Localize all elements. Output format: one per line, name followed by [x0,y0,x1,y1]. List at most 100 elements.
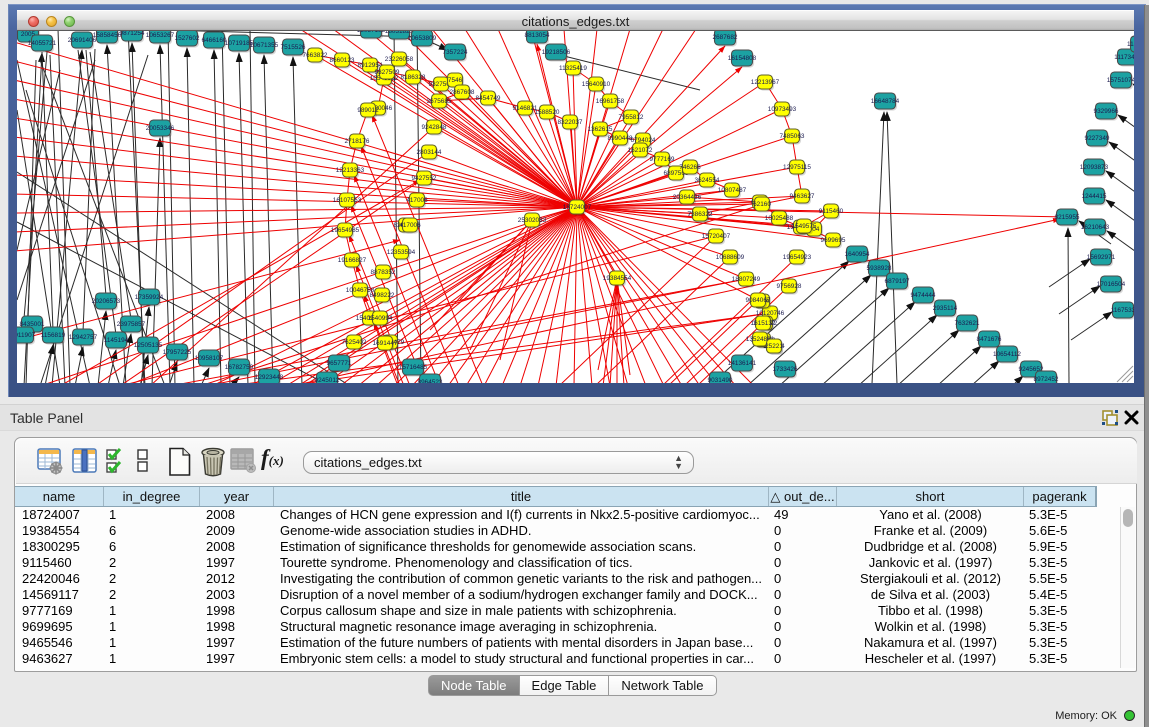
svg-text:10654112: 10654112 [993,351,1021,358]
svg-text:10688609: 10688609 [716,254,745,261]
svg-text:17359924: 17359924 [135,294,164,301]
svg-text:7546: 7546 [448,77,463,84]
svg-text:3624554: 3624554 [695,177,720,184]
svg-text:9242848: 9242848 [422,124,447,131]
svg-text:10958107: 10958107 [195,355,224,362]
svg-text:9871254: 9871254 [120,31,145,37]
svg-text:12093873: 12093873 [1080,164,1109,171]
svg-text:16210643: 16210643 [1081,224,1110,231]
svg-text:14055721: 14055721 [28,40,57,47]
svg-text:10025488: 10025488 [765,215,794,222]
svg-text:1691447: 1691447 [373,340,398,347]
svg-text:8813054: 8813054 [525,32,550,39]
svg-text:7663822: 7663822 [303,52,328,59]
svg-text:12505135: 12505135 [134,342,163,349]
svg-text:6466160: 6466160 [202,37,227,44]
svg-text:7386322: 7386322 [688,211,713,218]
svg-text:8878352: 8878352 [371,269,396,276]
svg-text:19218506: 19218506 [542,49,571,56]
svg-text:16961758: 16961758 [596,98,625,105]
svg-text:19654923: 19654923 [783,254,812,261]
svg-text:989012: 989012 [357,107,379,114]
svg-text:11325419: 11325419 [559,65,587,72]
svg-text:25302033: 25302033 [518,217,547,224]
svg-text:15858456: 15858456 [93,32,122,39]
svg-text:417006: 417006 [399,222,421,229]
svg-text:15057183: 15057183 [357,31,386,34]
svg-text:9329966: 9329966 [1094,108,1119,115]
svg-text:16154808: 16154808 [728,55,757,62]
svg-text:8972452: 8972452 [1034,376,1059,383]
svg-text:1615132: 1615132 [751,320,776,327]
svg-text:11548408: 11548408 [1127,41,1134,48]
svg-text:12923448: 12923448 [255,374,284,381]
svg-text:9657771: 9657771 [327,360,352,367]
svg-text:1549575: 1549575 [792,223,817,230]
svg-text:2867608: 2867608 [450,89,475,96]
svg-text:3911907: 3911907 [17,332,36,339]
svg-text:2718176: 2718176 [345,138,370,145]
svg-text:9474444: 9474444 [911,292,936,299]
svg-text:2935114: 2935114 [933,305,958,312]
svg-text:3675685: 3675685 [427,98,452,105]
svg-text:12213363: 12213363 [336,167,365,174]
svg-text:12975115: 12975115 [783,164,811,171]
svg-text:7625402: 7625402 [342,339,367,346]
svg-text:9245012: 9245012 [315,377,340,383]
svg-text:15716485: 15716485 [399,364,428,371]
svg-text:25221: 25221 [765,343,783,350]
svg-text:1167533: 1167533 [1111,307,1134,314]
svg-text:7357224: 7357224 [443,49,468,56]
svg-text:5938928: 5938928 [867,265,892,272]
svg-text:8322037: 8322037 [558,119,583,126]
svg-text:23975857: 23975857 [117,321,146,328]
svg-text:2803144: 2803144 [417,149,442,156]
svg-text:9084067: 9084067 [746,297,771,304]
svg-text:15720407: 15720407 [702,233,731,240]
svg-text:9756928: 9756928 [777,283,802,290]
svg-text:20206573: 20206573 [92,298,121,305]
svg-text:746266: 746266 [679,164,701,171]
svg-text:9427552: 9427552 [412,175,437,182]
svg-text:12353594: 12353594 [387,249,416,256]
svg-text:15751074: 15751074 [1107,77,1134,84]
svg-text:17957225: 17957225 [163,349,192,356]
svg-text:9115460: 9115460 [819,208,844,215]
svg-text:1527602: 1527602 [175,35,200,42]
svg-text:15640910: 15640910 [582,81,611,88]
svg-text:20364436: 20364436 [673,194,702,201]
svg-text:9227349: 9227349 [1085,135,1110,142]
svg-text:10973493: 10973493 [768,106,797,113]
svg-text:14136141: 14136141 [728,360,757,367]
svg-text:23226058: 23226058 [385,56,414,63]
svg-text:11173401: 11173401 [1114,54,1134,61]
svg-text:12942757: 12942757 [69,334,98,341]
svg-text:9699695: 9699695 [821,237,846,244]
svg-text:6879197: 6879197 [885,278,910,285]
svg-text:17016504: 17016504 [1097,281,1126,288]
svg-text:20053346: 20053346 [146,125,175,132]
svg-text:18724007: 18724007 [563,204,592,211]
svg-text:8660123: 8660123 [330,57,355,64]
svg-text:16107553: 16107553 [333,197,362,204]
svg-text:8990448: 8990448 [608,135,633,142]
svg-text:19384554: 19384554 [603,275,632,282]
svg-text:15692971: 15692971 [1087,254,1116,261]
svg-text:1621072: 1621072 [628,147,653,154]
svg-text:1244415: 1244415 [1082,193,1107,200]
svg-text:9463627: 9463627 [790,193,815,200]
svg-text:1733426: 1733426 [773,366,798,373]
svg-text:12213967: 12213967 [751,79,780,86]
svg-text:7485063: 7485063 [780,133,805,140]
svg-text:1640954: 1640954 [845,251,870,258]
svg-text:18807249: 18807249 [732,276,761,283]
svg-text:8498222: 8498222 [370,292,395,299]
svg-text:10653809: 10653809 [408,35,437,42]
svg-text:8471676: 8471676 [977,336,1002,343]
svg-text:19166827: 19166827 [338,257,367,264]
svg-text:9327509: 9327509 [375,69,400,76]
svg-text:417006: 417006 [406,197,428,204]
svg-text:19654985: 19654985 [331,227,360,234]
svg-text:1145194: 1145194 [104,337,129,344]
svg-text:8215955: 8215955 [1055,214,1080,221]
